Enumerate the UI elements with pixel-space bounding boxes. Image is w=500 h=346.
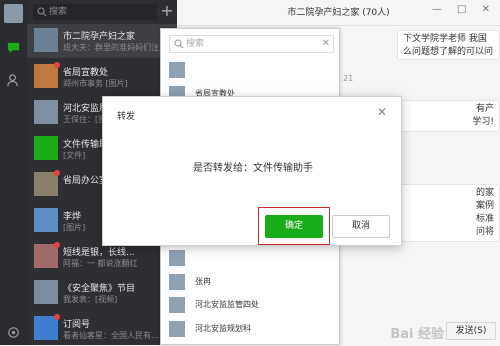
contact-avatar xyxy=(169,273,185,290)
message-line: 下文学院学老师 我国 xyxy=(403,34,487,44)
dialog-title: 转发 xyxy=(117,112,136,122)
chat-name: 市二院孕产妇之家 xyxy=(63,32,136,42)
clear-search-icon[interactable]: ✕ xyxy=(322,36,330,52)
contact-name: 河北安监规划科 xyxy=(195,323,251,333)
message-line: 的家 xyxy=(475,188,494,198)
message-line: 案例 xyxy=(475,201,494,211)
unread-dot xyxy=(54,62,60,68)
chat-list-item[interactable]: 市二院孕产妇之家班大夫：群里的准妈妈们注意16 xyxy=(27,24,177,58)
chat-avatar xyxy=(34,208,58,232)
chat-preview: 看者仙客星：全国人民有... xyxy=(63,331,159,340)
message-bubble: 有产 学习! xyxy=(397,100,500,132)
selector-search-placeholder: 搜索 xyxy=(186,39,205,49)
chat-list-item[interactable]: 订阅号 看者仙客星：全国人民有... xyxy=(27,312,177,346)
cancel-button[interactable]: 取消 xyxy=(332,215,390,238)
dialog-close-icon[interactable]: ✕ xyxy=(377,105,387,119)
contact-avatar xyxy=(169,250,185,266)
message-line: 么问题想了解的可以问 xyxy=(403,47,494,57)
chat-preview: 阿福：一 都说涨翻红 xyxy=(63,259,138,268)
chat-list-item[interactable]: 《安全聚焦》节目 我发表：[视频] xyxy=(27,276,177,310)
selector-contact-item[interactable]: 河北安监规划科 xyxy=(161,318,339,342)
chat-avatar xyxy=(34,64,58,88)
selector-contact-item[interactable] xyxy=(161,247,339,271)
selector-contact-item[interactable] xyxy=(161,59,339,83)
selector-search-input[interactable]: 搜索 ✕ xyxy=(169,35,334,53)
chat-avatar xyxy=(34,136,58,160)
selector-contact-item[interactable]: 河北安监监管四处 xyxy=(161,294,339,318)
chat-icon[interactable] xyxy=(6,40,21,55)
search-icon xyxy=(37,7,47,17)
chat-name: 《安全聚焦》节目 xyxy=(63,284,136,294)
my-avatar[interactable] xyxy=(4,4,23,23)
confirm-button[interactable]: 确定 xyxy=(265,215,323,238)
chat-avatar xyxy=(34,280,58,304)
search-icon xyxy=(174,39,184,49)
selector-contact-item[interactable]: 张冉 xyxy=(161,271,339,295)
contact-name: 河北安监监管四处 xyxy=(195,300,259,309)
contacts-icon[interactable] xyxy=(6,73,21,88)
dialog-message: 是否转发给：文件传输助手 xyxy=(193,163,313,174)
message-bubble: 的家 案例 标准 问将 xyxy=(397,184,500,242)
send-button[interactable]: 发送(S) xyxy=(446,322,496,340)
chat-search-input[interactable]: 搜索 xyxy=(33,4,157,20)
message-bubble: 下文学院学老师 我国 么问题想了解的可以问 xyxy=(397,30,500,60)
contact-avatar xyxy=(169,320,185,337)
window-controls[interactable]: — □ ✕ xyxy=(432,4,496,15)
message-line: 学习! xyxy=(472,117,494,127)
message-line: 标准 xyxy=(475,214,494,224)
chat-search-placeholder: 搜索 xyxy=(49,7,68,17)
watermark: Bai 经验 xyxy=(390,327,444,342)
chat-name: 订阅号 xyxy=(63,320,91,330)
contact-name: 张冉 xyxy=(195,276,211,286)
contact-avatar xyxy=(169,62,185,78)
add-chat-button[interactable]: + xyxy=(160,3,174,19)
settings-icon[interactable] xyxy=(6,325,21,340)
chat-avatar xyxy=(34,28,58,52)
message-line: 有产 xyxy=(475,104,494,114)
chat-preview: 班大夫：群里的准妈妈们注意 xyxy=(63,43,167,52)
chat-list-item[interactable]: 省局宣教处 郑州市事务 [图片] xyxy=(27,60,177,94)
time-fragment: 21 xyxy=(343,74,354,83)
chat-preview: 郑州市事务 [图片] xyxy=(63,79,128,88)
chat-avatar xyxy=(34,172,58,196)
chat-name: 短线是银，长线... xyxy=(63,248,135,258)
forward-dialog: 转发 ✕ 是否转发给：文件传输助手 确定 取消 xyxy=(102,96,402,246)
icon-bar xyxy=(0,0,27,345)
unread-dot xyxy=(54,170,60,176)
chat-avatar xyxy=(34,100,58,124)
contact-avatar xyxy=(169,297,185,313)
chat-preview: 我发表：[视频] xyxy=(63,295,118,304)
unread-dot xyxy=(54,242,60,248)
chat-name: 省局宣教处 xyxy=(63,68,109,78)
unread-dot xyxy=(54,314,60,320)
message-line: 问将 xyxy=(475,227,494,237)
chat-avatar xyxy=(34,244,58,268)
chat-avatar xyxy=(34,316,58,340)
